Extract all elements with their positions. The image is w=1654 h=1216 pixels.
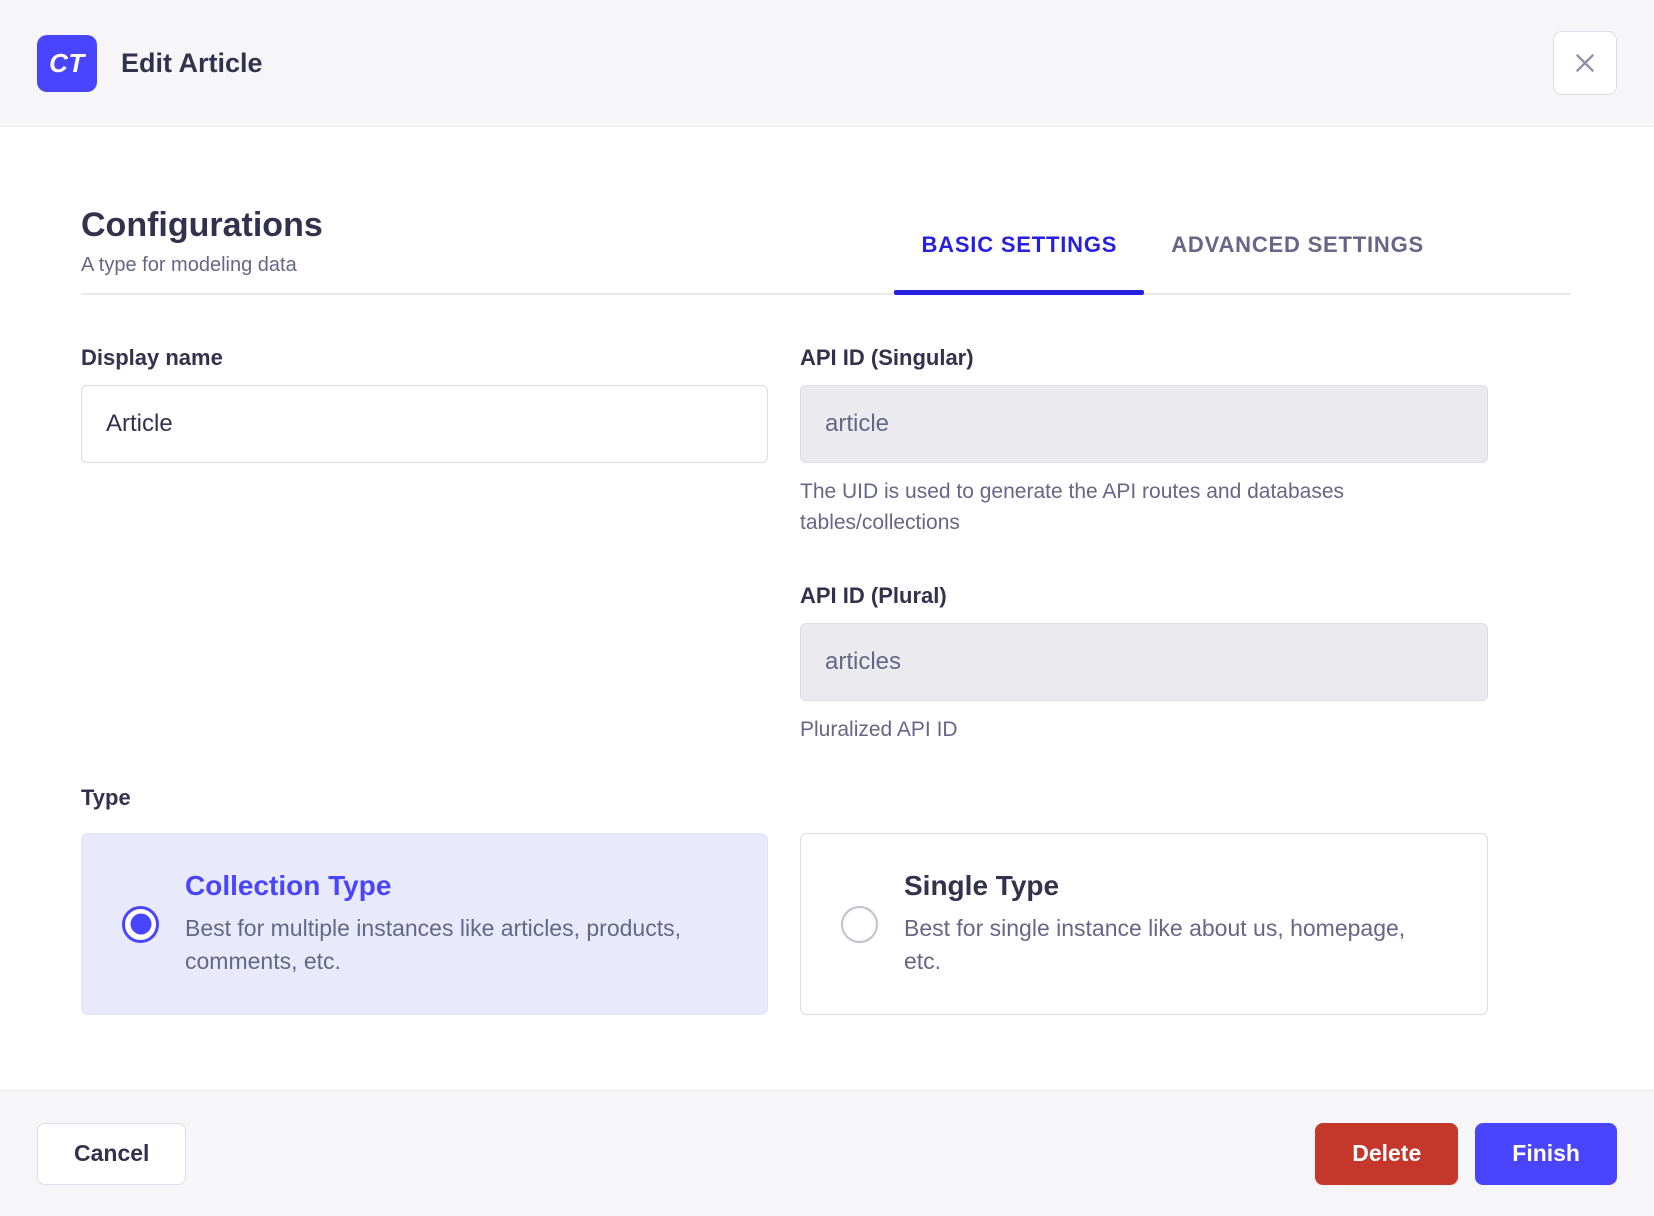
type-option-description: Best for multiple instances like article…	[185, 915, 681, 974]
radio-checked-icon[interactable]	[122, 905, 159, 943]
close-icon	[1572, 50, 1598, 76]
api-id-plural-hint: Pluralized API ID	[800, 718, 958, 741]
type-option-title: Collection Type	[185, 870, 392, 901]
type-option-title: Single Type	[904, 870, 1060, 901]
tab-advanced-settings[interactable]: ADVANCED SETTINGS	[1144, 232, 1451, 293]
edit-content-type-modal: CT Edit Article Configurations A type fo…	[0, 0, 1654, 1216]
settings-tabs: BASIC SETTINGS ADVANCED SETTINGS	[894, 205, 1451, 295]
api-id-singular-hint: The UID is used to generate the API rout…	[800, 480, 1345, 534]
type-option-collection-type[interactable]: Collection Type Best for multiple instan…	[81, 833, 768, 1015]
api-id-plural-input	[800, 623, 1488, 701]
modal-header: CT Edit Article	[0, 0, 1654, 127]
modal-footer: Cancel Delete Finish	[0, 1090, 1654, 1216]
content-type-badge-label: CT	[49, 47, 85, 78]
configurations-header: Configurations A type for modeling data …	[81, 127, 1571, 295]
content-type-badge: CT	[37, 34, 97, 92]
form-column-right: API ID (Singular) The UID is used to gen…	[800, 345, 1488, 745]
type-section: Type Collection Type Best for multiple i…	[81, 785, 1571, 1015]
type-options: Collection Type Best for multiple instan…	[81, 833, 1571, 1015]
type-option-text: Single Type Best for single instance lik…	[904, 870, 1447, 978]
delete-button[interactable]: Delete	[1315, 1122, 1459, 1185]
api-id-plural-label: API ID (Plural)	[800, 583, 947, 608]
api-id-plural-field: API ID (Plural) Pluralized API ID	[800, 583, 1488, 745]
modal-body: Configurations A type for modeling data …	[0, 127, 1654, 1090]
api-id-singular-field: API ID (Singular) The UID is used to gen…	[800, 345, 1488, 538]
form-column-left: Display name	[81, 345, 768, 745]
page-subtitle: A type for modeling data	[81, 254, 297, 276]
finish-button[interactable]: Finish	[1475, 1122, 1617, 1185]
close-button[interactable]	[1553, 31, 1617, 95]
cancel-button[interactable]: Cancel	[37, 1122, 187, 1185]
page-title: Configurations	[81, 206, 323, 244]
type-option-description: Best for single instance like about us, …	[904, 915, 1406, 974]
api-id-singular-label: API ID (Singular)	[800, 345, 974, 370]
type-label: Type	[81, 785, 131, 810]
tab-basic-settings[interactable]: BASIC SETTINGS	[894, 232, 1145, 295]
api-id-singular-input	[800, 385, 1488, 463]
type-option-text: Collection Type Best for multiple instan…	[185, 870, 727, 978]
configuration-form: Display name API ID (Singular) The UID i…	[81, 345, 1571, 745]
configurations-heading: Configurations A type for modeling data	[81, 205, 323, 293]
display-name-field: Display name	[81, 345, 768, 463]
modal-title: Edit Article	[121, 47, 263, 78]
type-option-single-type[interactable]: Single Type Best for single instance lik…	[800, 833, 1488, 1015]
display-name-input[interactable]	[81, 385, 768, 463]
display-name-label: Display name	[81, 345, 223, 370]
radio-unchecked-icon[interactable]	[841, 905, 878, 943]
